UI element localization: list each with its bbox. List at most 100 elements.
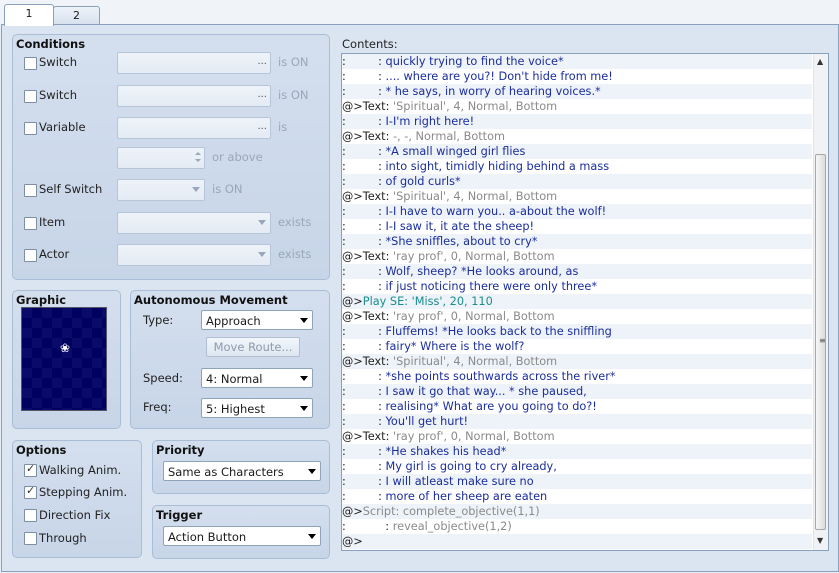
scrollbar-thumb[interactable]: ≡	[815, 154, 826, 530]
command-line[interactable]: : : if just noticing there were only thr…	[342, 279, 812, 294]
variable-field[interactable]: ...	[117, 117, 271, 139]
priority-group: Priority Same as Characters	[152, 440, 330, 494]
event-commands-list[interactable]: : : quickly trying to find the voice*: :…	[341, 53, 829, 551]
switch2-label: Switch	[39, 88, 78, 102]
chevron-down-icon	[258, 252, 266, 257]
command-prefix: @>	[342, 295, 363, 308]
switch2-checkbox[interactable]	[24, 90, 37, 103]
item-dropdown[interactable]	[117, 212, 271, 234]
command-line[interactable]: @>Text: 'Spiritual', 4, Normal, Bottom	[342, 354, 812, 369]
command-prefix: : :	[342, 115, 386, 128]
command-line[interactable]: : : Fluffems! *He looks back to the snif…	[342, 324, 812, 339]
vertical-scrollbar[interactable]: ▲ ≡ ▼	[813, 54, 828, 550]
freq-dropdown[interactable]: 5: Highest	[201, 398, 313, 418]
command-line[interactable]: @>Text: 'ray prof', 0, Normal, Bottom	[342, 429, 812, 444]
command-line[interactable]: : : I saw it go that way... * she paused…	[342, 384, 812, 399]
command-line[interactable]: : : *She sniffles, about to cry*	[342, 234, 812, 249]
command-prefix: : :	[342, 280, 386, 293]
graphic-title: Graphic	[16, 293, 67, 307]
direction-fix-checkbox[interactable]	[24, 509, 37, 522]
actor-checkbox[interactable]	[24, 249, 37, 262]
switch2-field[interactable]: ...	[117, 85, 271, 107]
trigger-dropdown[interactable]: Action Button	[163, 526, 321, 546]
scroll-up-icon[interactable]: ▲	[817, 57, 823, 66]
options-title: Options	[16, 443, 67, 457]
command-line[interactable]: @>Script: complete_objective(1,1)	[342, 504, 812, 519]
command-line[interactable]: : : *He shakes his head*	[342, 444, 812, 459]
chevron-down-icon	[308, 534, 316, 539]
command-line[interactable]: @>Play SE: 'Miss', 20, 110	[342, 294, 812, 309]
variable-checkbox[interactable]	[24, 122, 37, 135]
speed-dropdown[interactable]: 4: Normal	[201, 368, 313, 388]
self-switch-checkbox[interactable]	[24, 184, 37, 197]
self-switch-dropdown[interactable]	[117, 179, 205, 201]
tab-page-2[interactable]: 2	[53, 6, 100, 25]
chevron-down-icon	[258, 220, 266, 225]
command-line[interactable]: : : reveal_objective(1,2)	[342, 519, 812, 534]
command-line[interactable]: : : I-I'm right here!	[342, 114, 812, 129]
type-dropdown[interactable]: Approach	[201, 310, 313, 330]
type-value: Approach	[206, 314, 261, 328]
command-text: * he says, in worry of hearing voices.*	[385, 85, 601, 98]
actor-dropdown[interactable]	[117, 244, 271, 266]
command-text: .... where are you?! Don't hide from me!	[385, 70, 613, 83]
command-prefix: @>Text:	[342, 190, 394, 203]
command-prefix: : :	[342, 415, 386, 428]
scroll-down-icon[interactable]: ▼	[817, 536, 823, 545]
command-text: Fluffems! *He looks back to the snifflin…	[385, 325, 612, 338]
switch1-field[interactable]: ...	[117, 52, 271, 74]
command-text: You'll get hurt!	[385, 415, 469, 428]
command-line[interactable]: : : * he says, in worry of hearing voice…	[342, 84, 812, 99]
command-text: more of her sheep are eaten	[385, 490, 548, 503]
command-line[interactable]: @>Text: 'ray prof', 0, Normal, Bottom	[342, 309, 812, 324]
graphic-preview[interactable]: ❀	[21, 307, 107, 411]
chevron-down-icon	[300, 376, 308, 381]
switch2-suffix: is ON	[278, 88, 309, 102]
command-prefix: : :	[342, 235, 386, 248]
variable-value-spinner[interactable]	[117, 147, 205, 169]
command-line[interactable]: @>Text: -, -, Normal, Bottom	[342, 129, 812, 144]
command-line[interactable]: : : You'll get hurt!	[342, 414, 812, 429]
command-line[interactable]: : : I will atleast make sure no	[342, 474, 812, 489]
command-prefix: @>Text:	[342, 130, 394, 143]
graphic-group: Graphic ❀	[12, 290, 121, 429]
command-line[interactable]: : : of gold curls*	[342, 174, 812, 189]
through-checkbox[interactable]	[24, 532, 37, 545]
command-line[interactable]: : : I-I saw it, it ate the sheep!	[342, 219, 812, 234]
command-text: 'Spiritual', 4, Normal, Bottom	[393, 100, 558, 113]
command-line[interactable]: @>Text: 'Spiritual', 4, Normal, Bottom	[342, 189, 812, 204]
command-line[interactable]: : : My girl is going to cry already,	[342, 459, 812, 474]
command-line[interactable]: : : *she points southwards across the ri…	[342, 369, 812, 384]
command-prefix: : :	[342, 340, 386, 353]
command-line[interactable]: : : Wolf, sheep? *He looks around, as	[342, 264, 812, 279]
command-line[interactable]: : : realising* What are you going to do?…	[342, 399, 812, 414]
command-line[interactable]: : : .... where are you?! Don't hide from…	[342, 69, 812, 84]
command-text: *He shakes his head*	[385, 445, 507, 458]
command-line[interactable]: : : more of her sheep are eaten	[342, 489, 812, 504]
command-prefix: @>	[342, 535, 363, 548]
command-prefix: : :	[342, 475, 386, 488]
item-checkbox[interactable]	[24, 217, 37, 230]
autonomous-movement-group: Autonomous Movement Type: Approach Move …	[130, 290, 330, 429]
switch1-checkbox[interactable]	[24, 57, 37, 70]
variable-suffix: is	[278, 120, 288, 134]
command-prefix: @>Text:	[342, 430, 394, 443]
tab-page-1[interactable]: 1	[4, 4, 54, 26]
spinner-arrows-icon[interactable]	[193, 149, 203, 165]
command-prefix: @>Text:	[342, 355, 394, 368]
command-text: 'Spiritual', 4, Normal, Bottom	[393, 190, 558, 203]
command-line[interactable]: @>Text: 'Spiritual', 4, Normal, Bottom	[342, 99, 812, 114]
walking-anim-checkbox[interactable]	[24, 462, 37, 477]
command-text: reveal_objective(1,2)	[392, 520, 512, 533]
command-line[interactable]: : : into sight, timidly hiding behind a …	[342, 159, 812, 174]
stepping-anim-checkbox[interactable]	[24, 484, 37, 499]
command-line[interactable]: @>Text: 'ray prof', 0, Normal, Bottom	[342, 249, 812, 264]
command-prefix: : :	[342, 55, 386, 68]
priority-dropdown[interactable]: Same as Characters	[163, 461, 321, 481]
command-line[interactable]: @>	[342, 534, 812, 549]
command-line[interactable]: : : *A small winged girl flies	[342, 144, 812, 159]
command-line[interactable]: : : fairy* Where is the wolf?	[342, 339, 812, 354]
command-line[interactable]: : : I-I have to warn you.. a-about the w…	[342, 204, 812, 219]
move-route-button[interactable]: Move Route...	[206, 337, 300, 357]
command-line[interactable]: : : quickly trying to find the voice*	[342, 54, 812, 69]
